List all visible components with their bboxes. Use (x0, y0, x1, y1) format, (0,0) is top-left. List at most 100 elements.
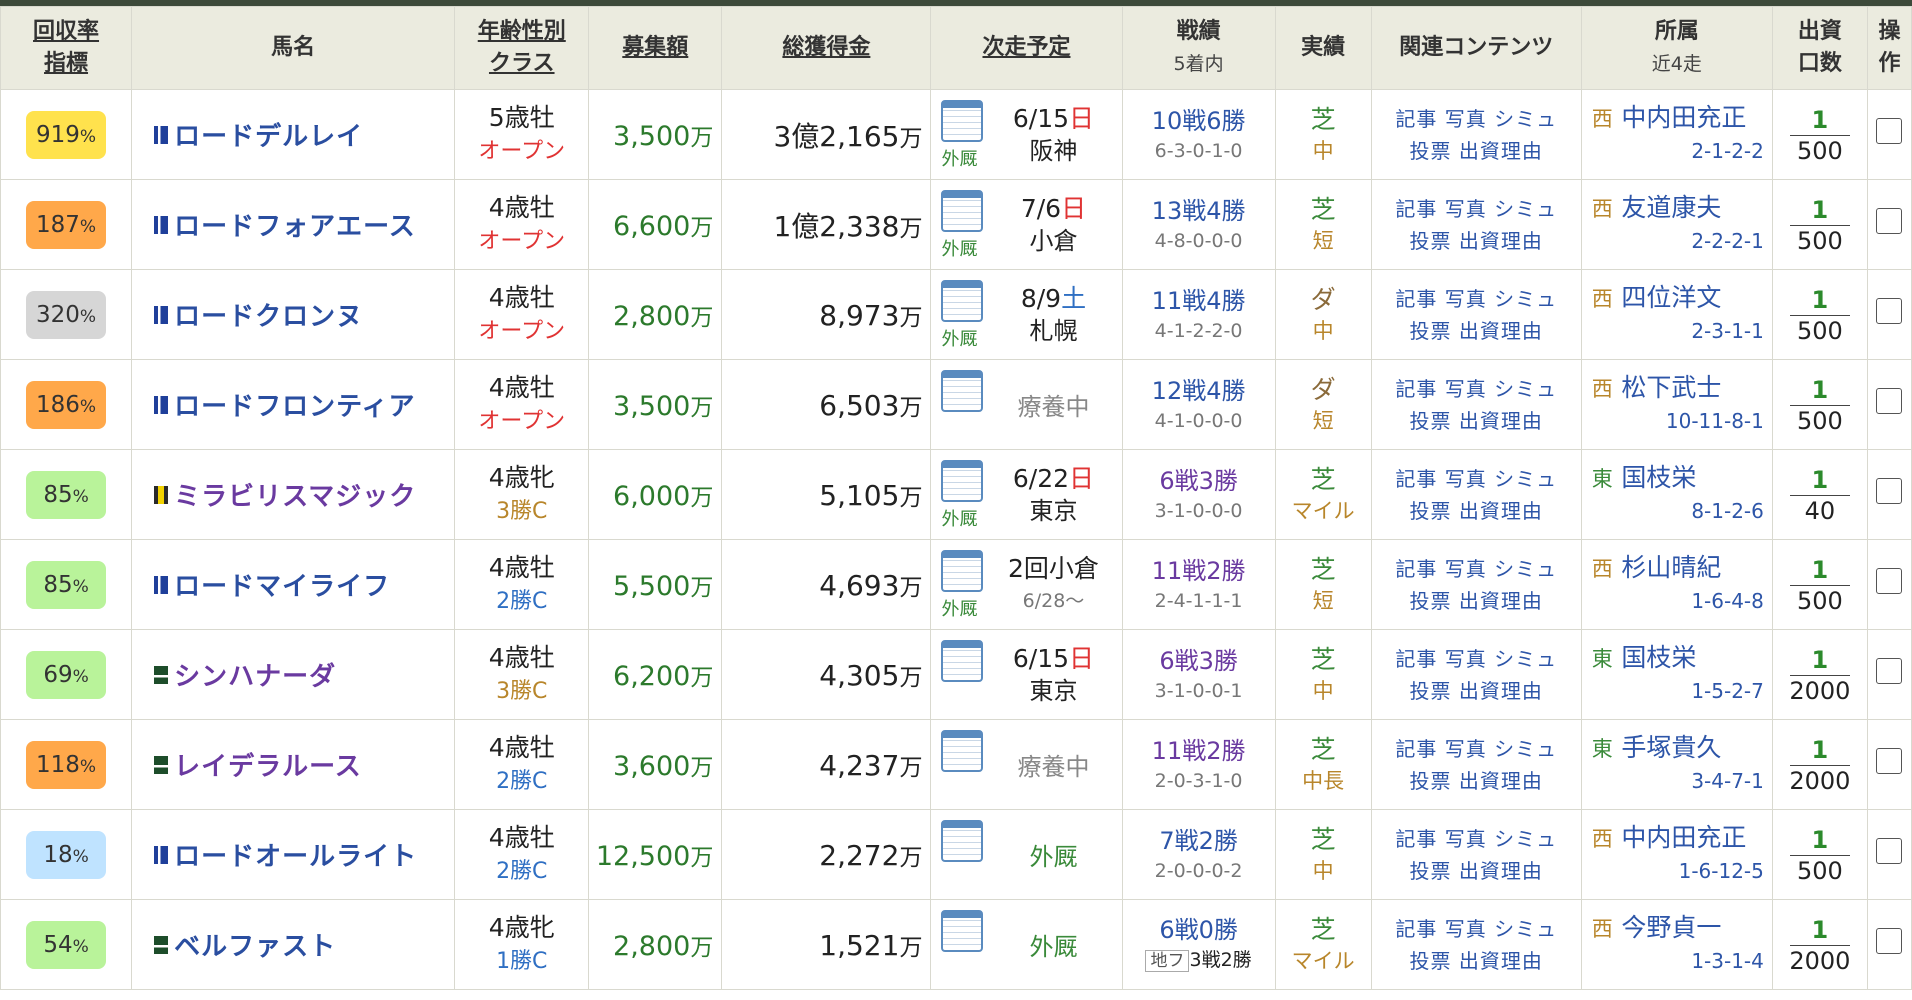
horse-name-link[interactable]: レイデラルース (174, 746, 362, 783)
record-summary[interactable]: 12戦4勝 (1123, 375, 1275, 407)
select-checkbox[interactable] (1876, 478, 1903, 504)
record-detail: 2-0-3-1-0 (1123, 767, 1275, 795)
jockey-silk-icon (154, 395, 169, 414)
distance: 中 (1312, 318, 1334, 343)
trainer-link[interactable]: 友道康夫 (1621, 193, 1721, 222)
select-checkbox[interactable] (1876, 388, 1903, 414)
total-earnings-cell: 4,305万 (721, 629, 932, 720)
record-summary[interactable]: 11戦4勝 (1123, 285, 1275, 317)
header-total[interactable]: 総獲得金 (721, 6, 932, 90)
trainer-link[interactable]: 今野貞一 (1621, 913, 1721, 942)
pct-unit: % (72, 576, 89, 597)
total-earnings-cell: 4,237万 (721, 719, 932, 810)
bosyu-value: 3,600 (613, 750, 691, 782)
select-checkbox[interactable] (1876, 298, 1903, 324)
related-links-bottom[interactable]: 投票 出資理由 (1372, 855, 1581, 887)
record-summary[interactable]: 11戦2勝 (1123, 555, 1275, 587)
header-rate[interactable]: 回収率 指標 (0, 6, 133, 90)
select-checkbox[interactable] (1876, 748, 1903, 774)
calendar-icon[interactable] (941, 370, 984, 412)
related-links-top[interactable]: 記事 写真 シミュ (1372, 733, 1581, 765)
select-checkbox[interactable] (1876, 928, 1903, 954)
record-summary[interactable]: 6戦0勝 (1123, 914, 1275, 946)
select-checkbox[interactable] (1876, 568, 1903, 594)
calendar-icon[interactable] (941, 280, 984, 322)
select-checkbox[interactable] (1876, 118, 1903, 144)
related-links-top[interactable]: 記事 写真 シミュ (1372, 823, 1581, 855)
record-summary[interactable]: 11戦2勝 (1123, 735, 1275, 767)
region: 西 (1591, 287, 1613, 311)
calendar-icon[interactable] (941, 190, 984, 232)
trainer-link[interactable]: 国枝栄 (1621, 463, 1696, 492)
next-race-box: 外厩 (931, 810, 1121, 899)
header-units: 出資 口数 (1771, 6, 1868, 90)
trainer-link[interactable]: 手塚貴久 (1621, 733, 1721, 762)
related-links-bottom[interactable]: 投票 出資理由 (1372, 405, 1581, 437)
rate-value: 919 (36, 121, 80, 148)
calendar-icon[interactable] (941, 100, 984, 142)
trainer-link[interactable]: 中内田充正 (1621, 823, 1746, 852)
horse-name-link[interactable]: ロードフロンティア (174, 386, 415, 423)
horse-name-link[interactable]: シンハナーダ (174, 656, 336, 693)
header-age[interactable]: 年齢性別 クラス (454, 6, 590, 90)
next-race-box: 療養中 (931, 360, 1121, 449)
horse-name-link[interactable]: ベルファスト (174, 926, 336, 963)
next-race-cell: 外厩 (930, 809, 1123, 900)
related-links-top[interactable]: 記事 写真 シミュ (1372, 643, 1581, 675)
related-links-bottom[interactable]: 投票 出資理由 (1372, 225, 1581, 257)
related-links-bottom[interactable]: 投票 出資理由 (1372, 135, 1581, 167)
record-detail-text: 4-1-0-0-0 (1154, 409, 1243, 432)
header-bosyu[interactable]: 募集額 (588, 6, 723, 90)
bosyu-value: 12,500 (595, 840, 691, 872)
next-race-info: 7/6日 小倉 (1003, 193, 1103, 257)
record-summary[interactable]: 6戦3勝 (1123, 465, 1275, 497)
related-links-top[interactable]: 記事 写真 シミュ (1372, 103, 1581, 135)
select-checkbox[interactable] (1876, 838, 1903, 864)
related-links-top[interactable]: 記事 写真 シミュ (1372, 193, 1581, 225)
related-links-bottom[interactable]: 投票 出資理由 (1372, 495, 1581, 527)
record-summary[interactable]: 7戦2勝 (1123, 825, 1275, 857)
related-links-top[interactable]: 記事 写真 シミュ (1372, 283, 1581, 315)
trainer-link[interactable]: 中内田充正 (1621, 103, 1746, 132)
calendar-icon[interactable] (941, 910, 984, 952)
trainer-link[interactable]: 国枝栄 (1621, 643, 1696, 672)
related-links-bottom[interactable]: 投票 出資理由 (1372, 945, 1581, 977)
calendar-icon[interactable] (941, 460, 984, 502)
record-summary[interactable]: 10戦6勝 (1123, 105, 1275, 137)
related-links-bottom[interactable]: 投票 出資理由 (1372, 765, 1581, 797)
related-links-bottom[interactable]: 投票 出資理由 (1372, 675, 1581, 707)
related-links-top[interactable]: 記事 写真 シミュ (1372, 373, 1581, 405)
header-next[interactable]: 次走予定 (930, 6, 1123, 90)
select-checkbox[interactable] (1876, 208, 1903, 234)
calendar-icon[interactable] (941, 820, 984, 862)
related-links-bottom[interactable]: 投票 出資理由 (1372, 585, 1581, 617)
surface: ダ (1310, 374, 1336, 404)
calendar-icon[interactable] (941, 730, 984, 772)
related-links-top[interactable]: 記事 写真 シミュ (1372, 913, 1581, 945)
horse-name-link[interactable]: ロードクロンヌ (174, 296, 363, 333)
related-links-top[interactable]: 記事 写真 シミュ (1372, 553, 1581, 585)
trainer-link[interactable]: 杉山晴紀 (1621, 553, 1721, 582)
horse-name-link[interactable]: ロードデルレイ (174, 116, 363, 153)
horse-name-link[interactable]: ロードオールライト (174, 836, 417, 873)
horse-name-cell: ロードデルレイ (131, 89, 456, 180)
trainer-link[interactable]: 四位洋文 (1621, 283, 1721, 312)
horse-name-link[interactable]: ロードフォアエース (174, 206, 416, 243)
stable-cell: 西 杉山晴紀 1-6-4-8 (1580, 539, 1773, 630)
age-class-cell: 4歳牡 3勝C (454, 629, 590, 720)
jockey-silk-icon (154, 665, 169, 684)
trainer-link[interactable]: 松下武士 (1621, 373, 1721, 402)
record-detail: 地フ 3戦2勝 (1123, 946, 1275, 975)
record-summary[interactable]: 13戦4勝 (1123, 195, 1275, 227)
horse-name-link[interactable]: ロードマイライフ (174, 566, 390, 603)
table-row: 118% レイデラルース 4歳牡 2勝C 3,600万 4,237万 療養中 11戦2勝 2-0… (0, 719, 1912, 810)
age-sex: 4歳牡 (488, 732, 555, 762)
horse-name-link[interactable]: ミラビリスマジック (174, 476, 416, 513)
calendar-icon[interactable] (941, 550, 984, 592)
record-summary[interactable]: 6戦3勝 (1123, 645, 1275, 677)
related-links-top[interactable]: 記事 写真 シミュ (1372, 463, 1581, 495)
calendar-icon[interactable] (941, 640, 984, 682)
related-links-bottom[interactable]: 投票 出資理由 (1372, 315, 1581, 347)
select-checkbox[interactable] (1876, 658, 1903, 684)
age-class-cell: 5歳牡 オープン (454, 89, 590, 180)
